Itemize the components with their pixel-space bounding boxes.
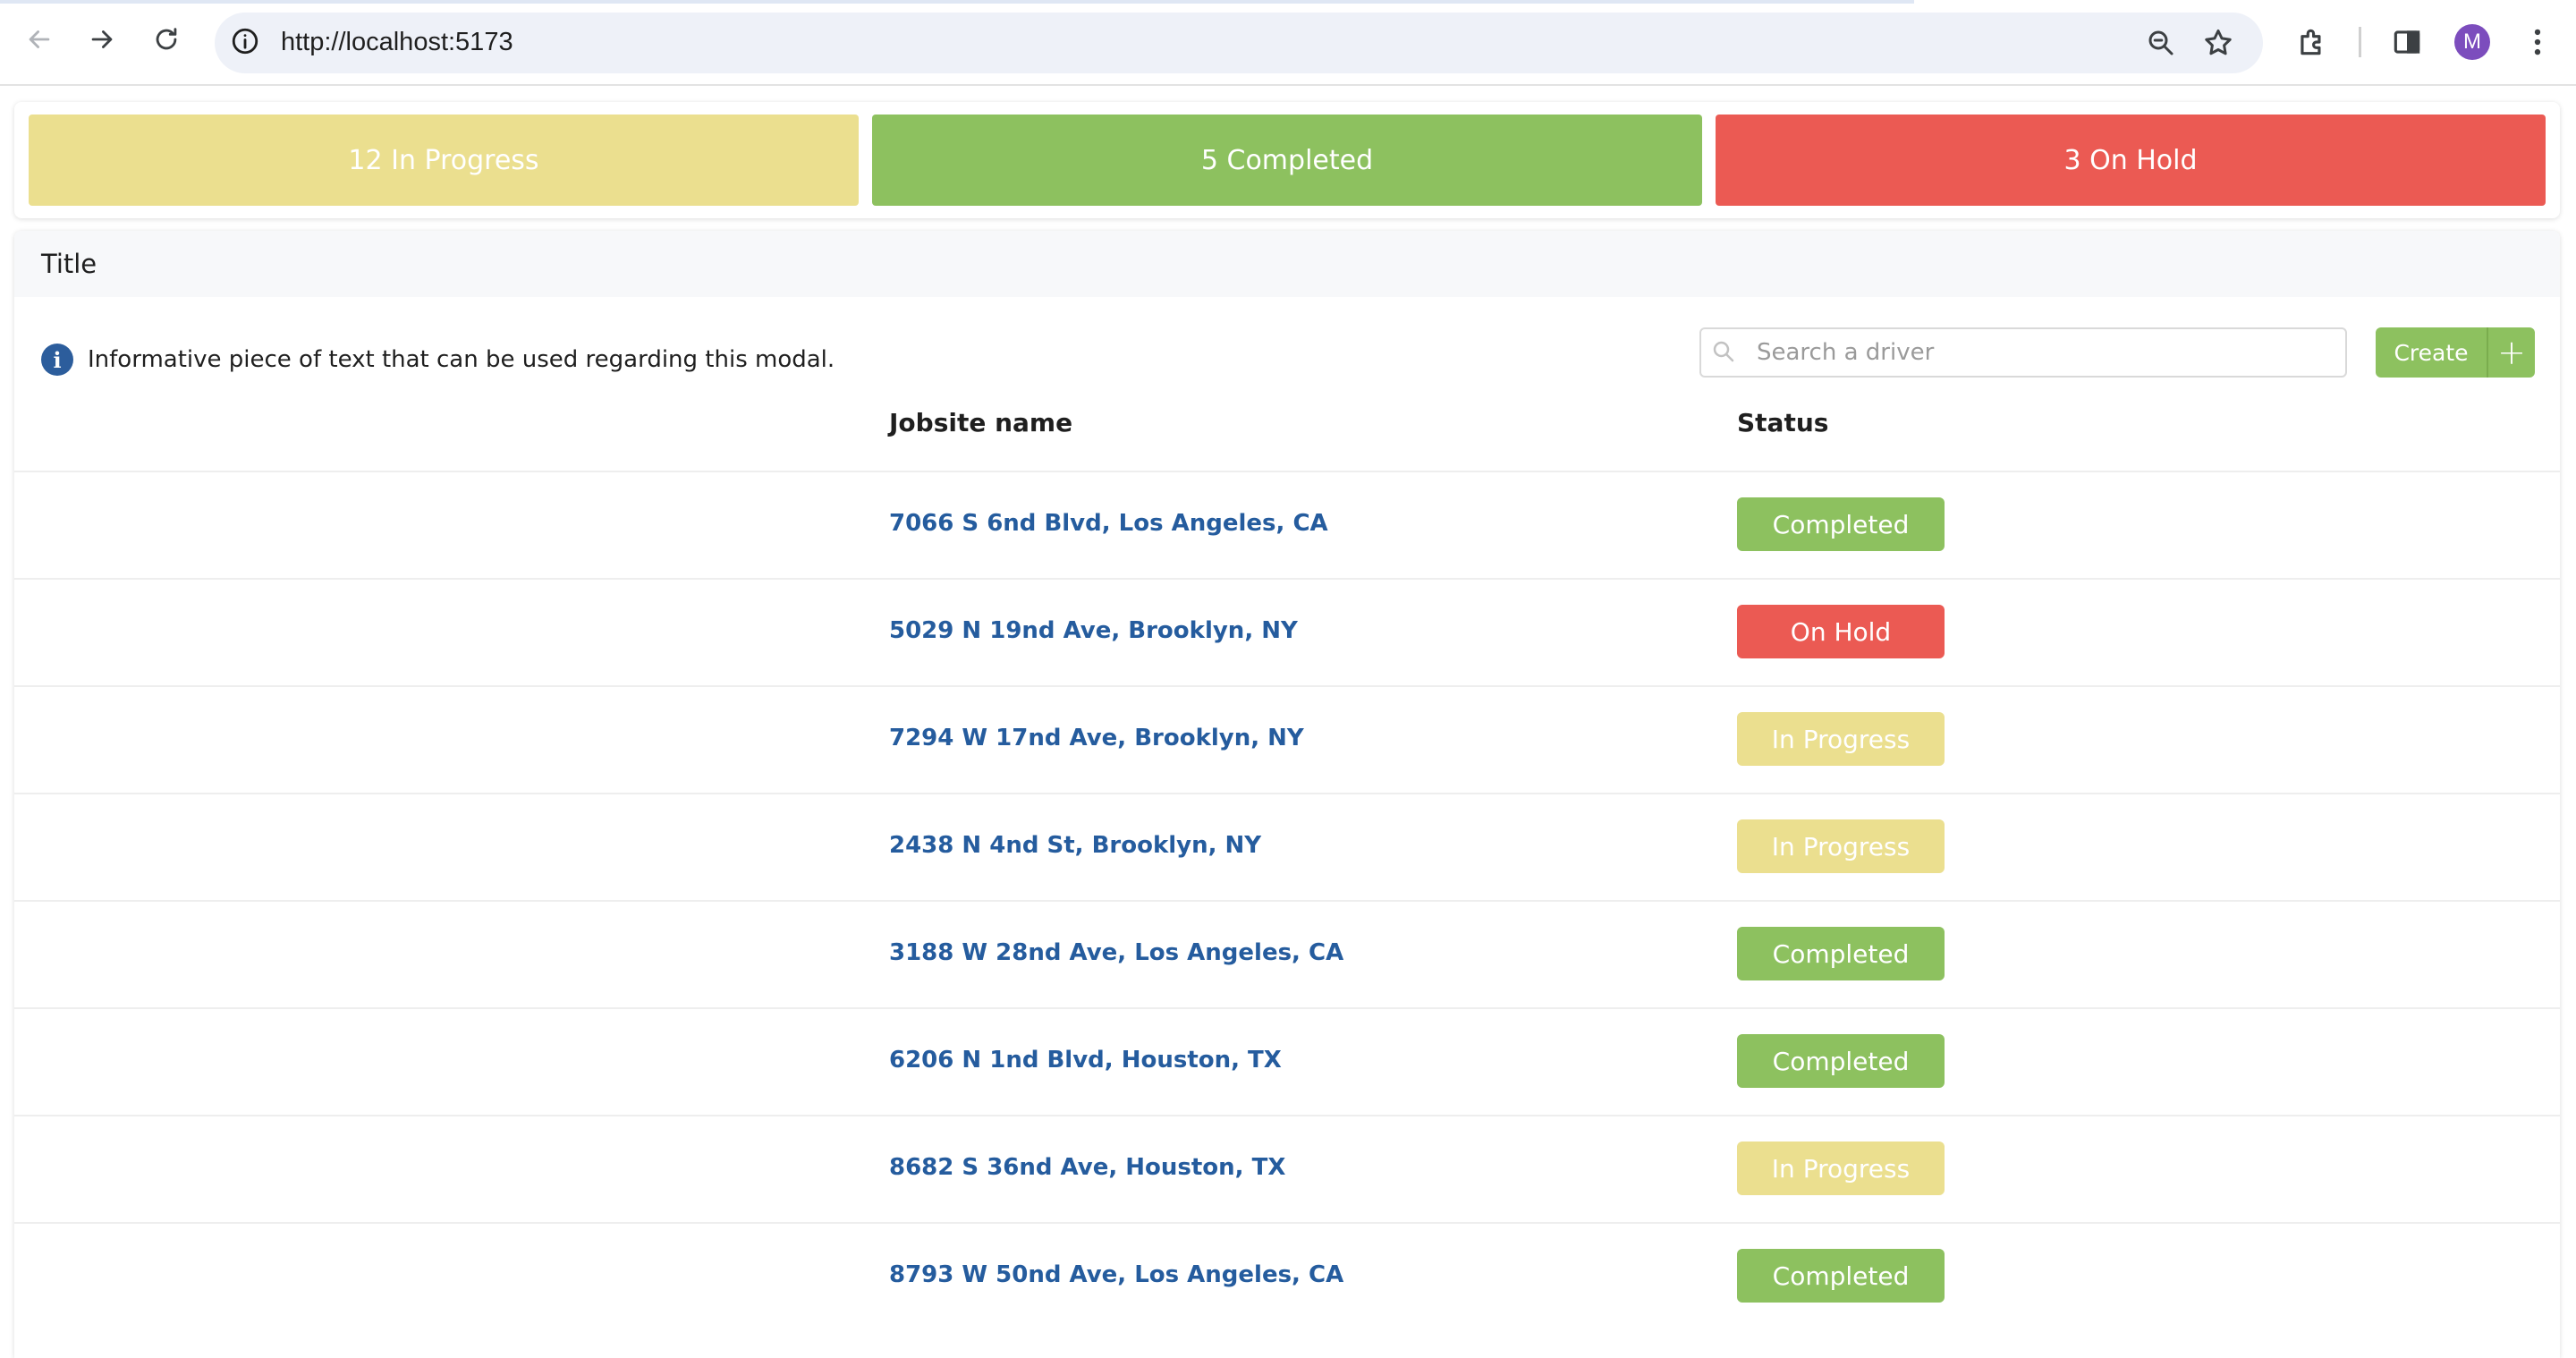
table-row[interactable]: 8793 W 50nd Ave, Los Angeles, CA Complet… (14, 1222, 2560, 1329)
status-badge: In Progress (1737, 1142, 1945, 1195)
status-badge: Completed (1737, 927, 1945, 980)
jobsite-link[interactable]: 7066 S 6nd Blvd, Los Angeles, CA (889, 510, 1328, 537)
table-row[interactable]: 7066 S 6nd Blvd, Los Angeles, CA Complet… (14, 471, 2560, 578)
side-panel-button[interactable] (2390, 25, 2424, 59)
tab-strip-edge (0, 0, 1914, 4)
jobsite-link[interactable]: 3188 W 28nd Ave, Los Angeles, CA (889, 939, 1343, 966)
browser-toolbar: http://localhost:5173 M (0, 0, 2576, 86)
create-button-label[interactable]: Create (2376, 327, 2488, 378)
address-bar[interactable]: http://localhost:5173 (215, 13, 2263, 73)
reload-button[interactable] (148, 23, 184, 59)
table-row[interactable]: 8682 S 36nd Ave, Houston, TX In Progress (14, 1115, 2560, 1222)
bookmark-button[interactable] (2202, 27, 2234, 59)
table-row[interactable]: 3188 W 28nd Ave, Los Angeles, CA Complet… (14, 900, 2560, 1007)
column-header-jobsite[interactable]: Jobsite name (889, 408, 1072, 437)
arrow-right-icon (87, 24, 117, 58)
in-progress-summary-card[interactable]: 12 In Progress (29, 115, 859, 206)
search-input[interactable] (1755, 338, 2295, 367)
table-row[interactable]: 6206 N 1nd Blvd, Houston, TX Completed (14, 1007, 2560, 1115)
jobsite-link[interactable]: 5029 N 19nd Ave, Brooklyn, NY (889, 617, 1298, 644)
star-icon (2202, 30, 2234, 63)
jobsite-link[interactable]: 8682 S 36nd Ave, Houston, TX (889, 1154, 1285, 1181)
info-circle-icon (230, 26, 260, 60)
jobsite-link[interactable]: 7294 W 17nd Ave, Brooklyn, NY (889, 725, 1304, 751)
url-text[interactable]: http://localhost:5173 (281, 28, 513, 57)
status-badge: Completed (1737, 1034, 1945, 1088)
on-hold-summary-card[interactable]: 3 On Hold (1716, 115, 2546, 206)
extensions-button[interactable] (2295, 25, 2329, 59)
status-badge: In Progress (1737, 819, 1945, 873)
plus-icon[interactable]: + (2488, 327, 2535, 378)
avatar[interactable]: M (2454, 24, 2490, 60)
status-badge: Completed (1737, 497, 1945, 551)
magnifier-icon (2145, 30, 2177, 63)
info-icon: i (41, 344, 73, 376)
arrow-left-icon (24, 24, 55, 58)
table-row[interactable]: 2438 N 4nd St, Brooklyn, NY In Progress (14, 793, 2560, 900)
status-badge: Completed (1737, 1249, 1945, 1303)
completed-summary-card[interactable]: 5 Completed (872, 115, 1702, 206)
jobsites-panel: Title i Informative piece of text that c… (14, 231, 2560, 1358)
toolbar-separator (2359, 27, 2361, 57)
site-info-button[interactable] (229, 27, 261, 59)
jobsites-table: 7066 S 6nd Blvd, Los Angeles, CA Complet… (14, 471, 2560, 1329)
side-panel-icon (2390, 30, 2424, 63)
forward-button[interactable] (84, 23, 120, 59)
jobsite-link[interactable]: 6206 N 1nd Blvd, Houston, TX (889, 1047, 1282, 1074)
panel-header: Title (14, 231, 2560, 297)
info-message: i Informative piece of text that can be … (41, 342, 835, 378)
jobsite-link[interactable]: 8793 W 50nd Ave, Los Angeles, CA (889, 1261, 1343, 1288)
status-badge: On Hold (1737, 605, 1945, 658)
puzzle-icon (2295, 29, 2329, 63)
reload-icon (151, 24, 182, 58)
status-badge: In Progress (1737, 712, 1945, 766)
create-button[interactable]: Create + (2376, 327, 2535, 378)
driver-search[interactable] (1699, 327, 2347, 378)
panel-title: Title (41, 249, 97, 279)
column-header-status[interactable]: Status (1737, 408, 1828, 437)
jobsite-link[interactable]: 2438 N 4nd St, Brooklyn, NY (889, 832, 1261, 859)
kebab-menu-icon (2521, 29, 2555, 63)
table-row[interactable]: 5029 N 19nd Ave, Brooklyn, NY On Hold (14, 578, 2560, 685)
back-button[interactable] (21, 23, 57, 59)
search-icon (1710, 338, 1739, 367)
status-summary-panel: 12 In Progress 5 Completed 3 On Hold (14, 102, 2560, 218)
table-row[interactable]: 7294 W 17nd Ave, Brooklyn, NY In Progres… (14, 685, 2560, 793)
browser-menu-button[interactable] (2521, 25, 2555, 59)
zoom-button[interactable] (2145, 27, 2177, 59)
info-text: Informative piece of text that can be us… (88, 346, 835, 373)
